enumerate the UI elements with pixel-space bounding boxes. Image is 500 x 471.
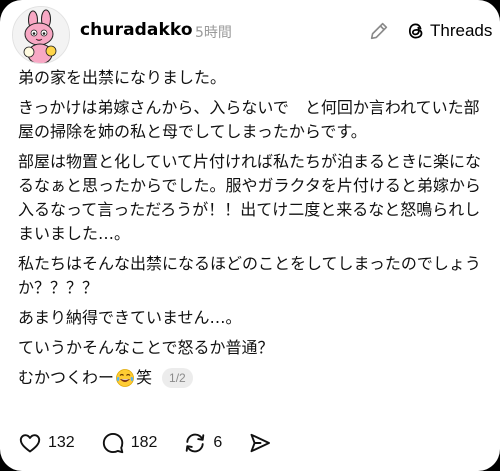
pink-bunny-character-avatar-icon	[13, 7, 69, 63]
reply-button[interactable]: 182	[101, 431, 158, 455]
post-paragraph: 弟の家を出禁になりました。	[18, 68, 227, 87]
post-paragraph: 私たちはそんな出禁になるほどのことをしてしまったのでしょうか？？？？	[18, 254, 481, 297]
send-arrow-icon	[250, 433, 271, 453]
username[interactable]: churadakko	[80, 20, 193, 40]
reply-count: 182	[130, 434, 158, 451]
speech-bubble-icon	[102, 432, 123, 454]
repost-button[interactable]: 6	[183, 431, 222, 455]
post-paragraph: ていうかそんなことで怒るか普通？	[18, 338, 274, 357]
post-last-line-text: むかつくわー	[18, 368, 115, 387]
post-last-line: むかつくわー 笑 1/2	[18, 366, 492, 390]
post-paragraph: あまり納得できていません…。	[18, 308, 242, 327]
threads-link[interactable]: Threads	[406, 19, 492, 43]
avatar[interactable]	[12, 6, 70, 64]
post-paragraph: 部屋は物置と化していて片付ければ私たちが泊まるときに楽になるなぁと思ったからでし…	[18, 152, 497, 243]
post-last-line-laugh: 笑	[136, 368, 153, 387]
action-bar: 132 182 6	[18, 430, 298, 456]
repost-arrows-icon	[186, 433, 205, 453]
threads-label: Threads	[430, 21, 493, 40]
post-paragraph: きっかけは弟嫁さんから、入らないで と何回か言われていた部屋の掃除を姉の私と母で…	[18, 98, 480, 141]
post-body: 弟の家を出禁になりました。 きっかけは弟嫁さんから、入らないで と何回か言われて…	[18, 66, 492, 396]
post-time: 5時間	[195, 25, 232, 41]
repost-count: 6	[213, 434, 223, 451]
heart-icon	[19, 434, 41, 453]
threads-logo-icon	[408, 23, 423, 39]
like-button[interactable]: 132	[18, 431, 75, 455]
tears-of-joy-emoji-icon	[116, 369, 134, 387]
page-indicator-badge: 1/2	[162, 368, 193, 388]
pencil-icon[interactable]	[368, 20, 390, 42]
post-card: churadakko 5時間 Threads 弟の家を出禁になりました。 きっか…	[0, 0, 500, 471]
share-button[interactable]	[248, 431, 272, 455]
like-count: 132	[48, 434, 75, 451]
